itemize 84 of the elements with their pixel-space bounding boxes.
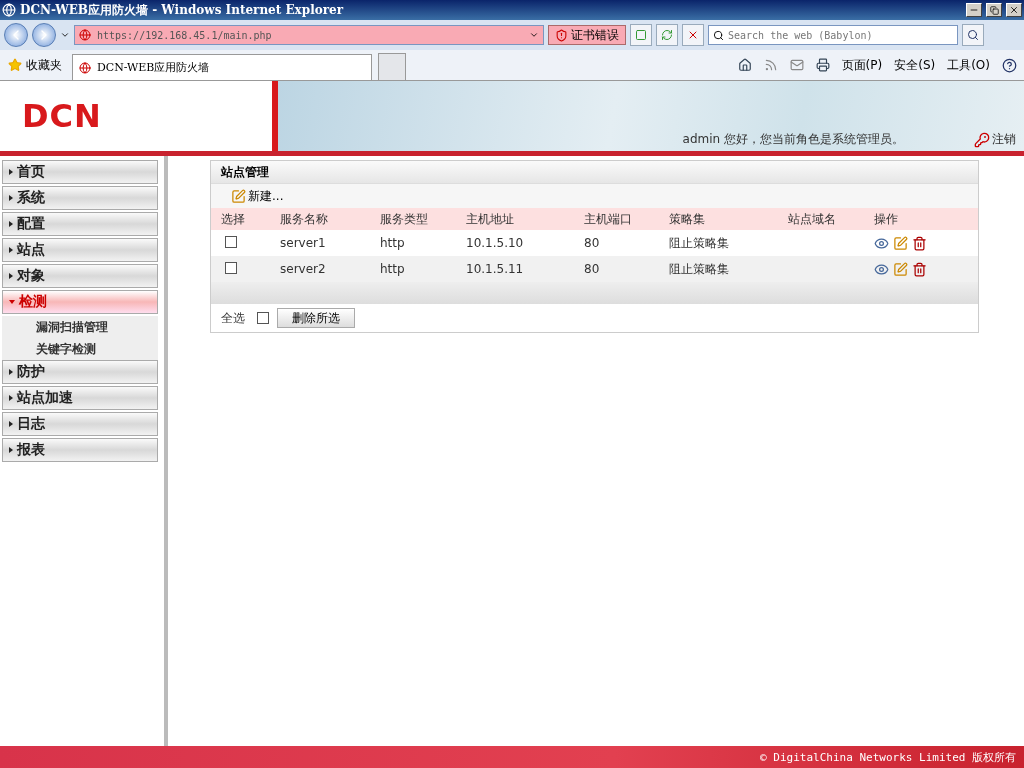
sidebar-item[interactable]: 对象 xyxy=(2,264,158,288)
table-cell-text: 阻止策略集 xyxy=(669,234,730,252)
restore-icon xyxy=(989,5,999,15)
close-button[interactable] xyxy=(1006,3,1022,17)
sidebar-item[interactable]: 站点加速 xyxy=(2,386,158,410)
delete-selected-button[interactable]: 删除所选 xyxy=(277,308,355,328)
stop-button[interactable] xyxy=(682,24,704,46)
sidebar-item[interactable]: 配置 xyxy=(2,212,158,236)
compatibility-button[interactable] xyxy=(630,24,652,46)
back-button[interactable] xyxy=(4,23,28,47)
column-header: 选择 xyxy=(221,210,246,228)
close-icon xyxy=(1009,5,1019,15)
forward-button[interactable] xyxy=(32,23,56,47)
column-header: 主机端口 xyxy=(584,210,633,228)
close-icon xyxy=(687,29,699,41)
sidebar-item[interactable]: 站点 xyxy=(2,238,158,262)
column-header: 策略集 xyxy=(669,210,706,228)
search-icon xyxy=(967,29,979,41)
home-icon xyxy=(737,58,752,72)
search-icon xyxy=(713,29,724,41)
command-menu[interactable]: 页面(P) xyxy=(838,56,886,74)
search-field[interactable]: Search the web (Babylon) xyxy=(708,25,958,45)
column-header: 站点域名 xyxy=(788,210,837,228)
sidebar-subitem[interactable]: 漏洞扫描管理 xyxy=(2,316,158,338)
copyright-text: © DigitalChina Networks Limited 版权所有 xyxy=(760,749,1016,765)
table-cell-text: server2 xyxy=(280,262,327,276)
key-icon xyxy=(974,131,990,148)
window-title: DCN-WEB应用防火墙 - Windows Internet Explorer xyxy=(20,1,345,19)
mail-icon xyxy=(789,58,804,72)
row-checkbox[interactable] xyxy=(225,235,237,248)
delete-icon[interactable] xyxy=(912,261,927,277)
page-icon xyxy=(635,29,647,41)
feed-icon xyxy=(763,58,778,72)
refresh-button[interactable] xyxy=(656,24,678,46)
shield-icon xyxy=(555,28,568,42)
select-all-label: 全选 xyxy=(221,309,245,327)
printer-icon xyxy=(815,58,830,72)
command-menu[interactable]: 工具(O) xyxy=(944,56,993,74)
table-cell-text: http xyxy=(380,262,406,276)
refresh-icon xyxy=(661,29,673,41)
new-button[interactable]: 新建... xyxy=(231,187,284,205)
globe-icon xyxy=(2,3,16,17)
panel-title: 站点管理 xyxy=(211,161,978,184)
sidebar-item[interactable]: 报表 xyxy=(2,438,158,462)
table-cell-text: 80 xyxy=(584,236,601,250)
table-cell-text: 10.1.5.10 xyxy=(466,236,525,250)
table-cell-text: server1 xyxy=(280,236,327,250)
browser-tab[interactable]: DCN-WEB应用防火墙 xyxy=(72,54,372,80)
table-cell-text: 10.1.5.11 xyxy=(466,262,525,276)
command-menu[interactable]: 安全(S) xyxy=(891,56,939,74)
search-button[interactable] xyxy=(962,24,984,46)
certificate-error-button[interactable]: 证书错误 xyxy=(548,25,626,45)
globe-icon xyxy=(79,29,91,41)
column-header: 操作 xyxy=(874,210,899,228)
sidebar-item[interactable]: 系统 xyxy=(2,186,158,210)
logo: DCN xyxy=(22,97,102,135)
row-checkbox[interactable] xyxy=(225,261,237,274)
delete-icon[interactable] xyxy=(912,235,927,251)
column-header: 主机地址 xyxy=(466,210,515,228)
select-all-checkbox[interactable] xyxy=(257,312,269,324)
table-cell-text: 80 xyxy=(584,262,601,276)
sidebar-item[interactable]: 检测 xyxy=(2,290,158,314)
minimize-button[interactable] xyxy=(966,3,982,17)
dropdown-icon xyxy=(529,30,539,40)
table-cell-text: http xyxy=(380,236,406,250)
restore-button[interactable] xyxy=(986,3,1002,17)
edit-icon xyxy=(231,188,246,204)
sidebar-item[interactable]: 日志 xyxy=(2,412,158,436)
sidebar-subitem[interactable]: 关键字检测 xyxy=(2,338,158,360)
favorites-button[interactable]: 收藏夹 xyxy=(4,56,66,74)
globe-icon xyxy=(79,61,91,74)
sidebar-item[interactable]: 首页 xyxy=(2,160,158,184)
view-icon[interactable] xyxy=(874,261,889,277)
star-icon xyxy=(8,58,22,72)
logout-link[interactable]: 注销 xyxy=(974,131,1016,148)
dropdown-icon xyxy=(60,30,70,40)
view-icon[interactable] xyxy=(874,235,889,251)
table-cell-text: 阻止策略集 xyxy=(669,260,730,278)
greeting-text: admin 您好，您当前角色是系统管理员。 xyxy=(682,131,904,148)
column-header: 服务类型 xyxy=(380,210,429,228)
sidebar-item[interactable]: 防护 xyxy=(2,360,158,384)
help-icon xyxy=(1002,57,1017,73)
column-header: 服务名称 xyxy=(280,210,329,228)
address-field[interactable]: https://192.168.45.1/main.php xyxy=(74,25,544,45)
